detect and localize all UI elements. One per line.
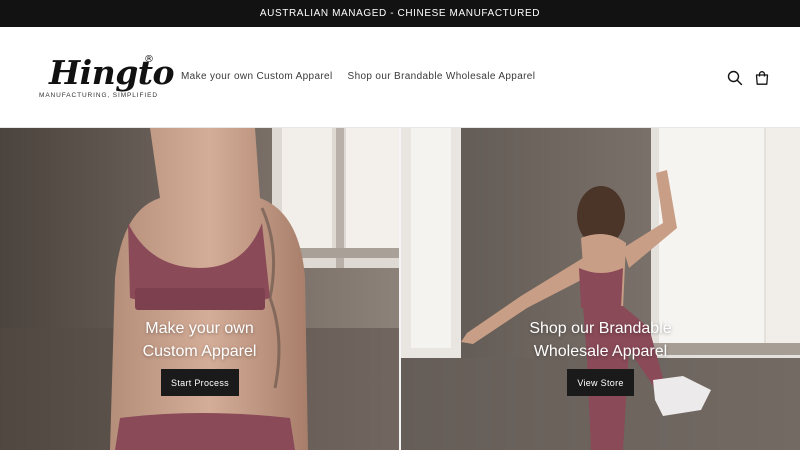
site-logo[interactable]: Hingto ® MANUFACTURING, SIMPLIFIED (37, 51, 175, 103)
start-process-button[interactable]: Start Process (161, 369, 239, 396)
hero-heading-line1: Make your own (145, 320, 254, 337)
nav-link-custom-apparel[interactable]: Make your own Custom Apparel (181, 71, 333, 82)
hero-wholesale-apparel: Shop our Brandable Wholesale Apparel Vie… (401, 128, 800, 450)
search-icon (727, 70, 743, 86)
hero-custom-apparel: Make your own Custom Apparel Start Proce… (0, 128, 399, 450)
registered-mark: ® (144, 54, 154, 65)
announcement-bar: AUSTRALIAN MANAGED - CHINESE MANUFACTURE… (0, 0, 800, 27)
logo-wordmark: Hingto (49, 53, 175, 92)
cart-icon (755, 71, 769, 85)
hero-heading-custom-apparel: Make your own Custom Apparel (0, 317, 399, 363)
nav-link-wholesale-apparel[interactable]: Shop our Brandable Wholesale Apparel (348, 71, 536, 82)
cart-button[interactable] (752, 68, 772, 88)
hero-heading-line2: Wholesale Apparel (533, 343, 668, 360)
announcement-text: AUSTRALIAN MANAGED - CHINESE MANUFACTURE… (259, 8, 541, 19)
search-button[interactable] (725, 68, 745, 88)
hero-image-custom-apparel (0, 128, 399, 450)
hero-heading-wholesale-apparel: Shop our Brandable Wholesale Apparel (401, 317, 800, 363)
hero-heading-line2: Custom Apparel (142, 343, 257, 360)
hero-heading-line1: Shop our Brandable (529, 320, 672, 337)
logo-tagline: MANUFACTURING, SIMPLIFIED (39, 92, 158, 99)
hero-image-wholesale-apparel (401, 128, 800, 450)
site-header: Hingto ® MANUFACTURING, SIMPLIFIED Make … (0, 27, 800, 128)
view-store-button[interactable]: View Store (567, 369, 634, 396)
main-nav: Make your own Custom Apparel Shop our Br… (181, 71, 535, 82)
